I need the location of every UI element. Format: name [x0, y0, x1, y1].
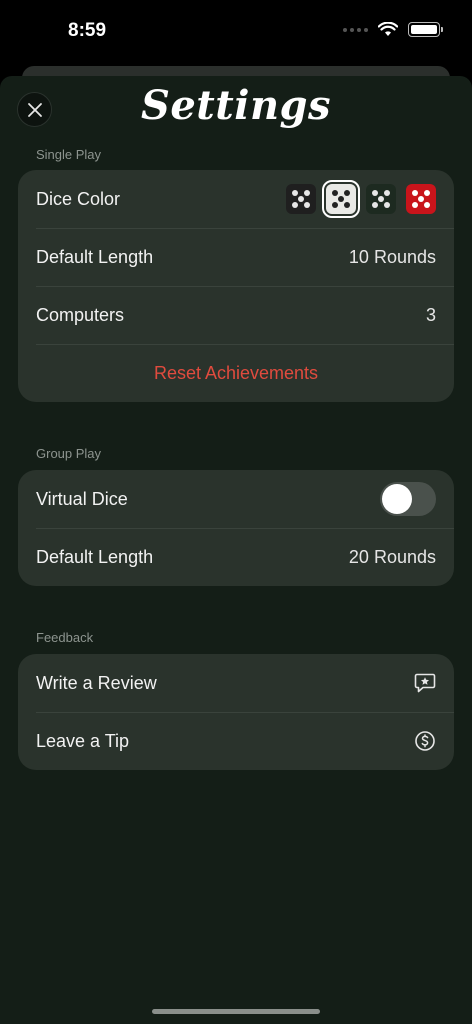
battery-icon: [408, 22, 443, 37]
reset-achievements-label: Reset Achievements: [153, 362, 319, 383]
dice-option-green[interactable]: [366, 184, 396, 214]
single-default-length-row[interactable]: Default Length 10 Rounds: [18, 228, 454, 286]
die-pip: [384, 190, 390, 196]
group-default-length-value: 20 Rounds: [348, 546, 436, 567]
status-icons: [343, 22, 443, 37]
group-default-length-row[interactable]: Default Length 20 Rounds: [18, 528, 454, 586]
virtual-dice-label: Virtual Dice: [36, 488, 128, 509]
die-pip: [412, 190, 418, 196]
die-pip: [304, 190, 310, 196]
write-review-row[interactable]: Write a Review: [18, 654, 454, 712]
die-pip: [344, 190, 350, 196]
die-pip: [292, 202, 298, 208]
die-pip: [332, 202, 338, 208]
toggle-knob: [382, 484, 412, 514]
dice-option-red[interactable]: [406, 184, 436, 214]
die-pip: [424, 202, 430, 208]
feedback-card: Write a Review Leave a Tip: [18, 654, 454, 770]
die-pip: [304, 202, 310, 208]
reset-achievements-button[interactable]: Reset Achievements: [18, 344, 454, 402]
write-review-label: Write a Review: [36, 672, 157, 693]
dice-option-white[interactable]: [322, 180, 360, 218]
status-bar: 8:59: [0, 0, 472, 64]
computers-row[interactable]: Computers 3: [18, 286, 454, 344]
computers-value: 3: [425, 304, 436, 325]
virtual-dice-toggle[interactable]: [380, 482, 436, 516]
wifi-icon: [378, 22, 398, 36]
group-default-length-label: Default Length: [36, 546, 154, 567]
leave-tip-row[interactable]: Leave a Tip: [18, 712, 454, 770]
dice-color-row: Dice Color: [18, 170, 454, 228]
section-label-single-play: Single Play: [36, 147, 102, 162]
dice-color-label: Dice Color: [36, 188, 121, 209]
review-star-bubble-icon: [414, 673, 436, 693]
virtual-dice-row: Virtual Dice: [18, 470, 454, 528]
leave-tip-label: Leave a Tip: [36, 730, 130, 751]
section-label-group-play: Group Play: [36, 446, 102, 461]
single-play-card: Dice Color Default Length 10 Rounds Comp…: [18, 170, 454, 402]
page-title: Settings: [140, 82, 332, 129]
die-pip: [412, 202, 418, 208]
die-pip: [372, 202, 378, 208]
default-length-value: 10 Rounds: [348, 246, 436, 267]
dice-color-picker: [286, 180, 436, 218]
home-indicator[interactable]: [152, 1009, 320, 1014]
dollar-circle-icon: [415, 731, 435, 751]
die-pip: [378, 196, 384, 202]
die-pip: [384, 202, 390, 208]
status-time: 8:59: [68, 20, 107, 41]
die-pip: [292, 190, 298, 196]
die-pip: [418, 196, 424, 202]
section-label-feedback: Feedback: [36, 630, 94, 645]
dice-option-black[interactable]: [286, 184, 316, 214]
group-play-card: Virtual Dice Default Length 20 Rounds: [18, 470, 454, 586]
default-length-label: Default Length: [36, 246, 154, 267]
cellular-signal-icon: [343, 27, 368, 32]
die-pip: [332, 190, 338, 196]
computers-label: Computers: [36, 304, 125, 325]
die-pip: [344, 202, 350, 208]
die-pip: [424, 190, 430, 196]
die-pip: [338, 196, 344, 202]
die-pip: [298, 196, 304, 202]
die-pip: [372, 190, 378, 196]
